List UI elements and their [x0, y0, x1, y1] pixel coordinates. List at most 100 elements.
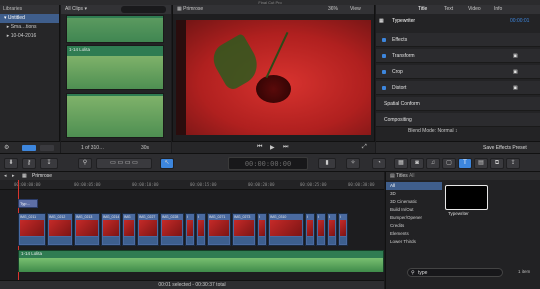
viewer-frame[interactable]: [176, 20, 371, 135]
blend-mode-value[interactable]: Normal: [437, 128, 453, 134]
titles-search-input[interactable]: ⚲ type: [407, 268, 503, 277]
tab-title[interactable]: Title: [418, 5, 427, 14]
enable-checkbox[interactable]: [382, 86, 386, 90]
fullscreen-icon[interactable]: ⤢: [362, 144, 367, 151]
timeline-video-clip[interactable]: IMG_0273: [232, 213, 256, 246]
library-item-smart-collections[interactable]: ▸ Sma…tions: [0, 23, 59, 32]
category-3d[interactable]: 3D: [386, 190, 442, 198]
browser-filter[interactable]: All Clips ▾: [61, 5, 171, 14]
row-label: Compositing: [384, 117, 412, 123]
timeline-video-clip[interactable]: I: [185, 213, 195, 246]
gear-icon[interactable]: ⚙: [4, 144, 9, 151]
next-frame-icon[interactable]: ⏭: [283, 144, 288, 151]
timecode-display[interactable]: 00:00:00:00: [228, 157, 308, 170]
clip-audio: [329, 237, 335, 244]
inspector-row-effects[interactable]: Effects: [376, 33, 540, 47]
clip-thumbnail: [259, 220, 265, 236]
inspector-row-crop[interactable]: Crop ▣: [376, 65, 540, 79]
timeline-video-clip[interactable]: IMG_0213: [74, 213, 100, 246]
select-tool-button[interactable]: ↖: [160, 158, 174, 169]
enable-checkbox[interactable]: [382, 54, 386, 58]
forward-icon[interactable]: ▸: [12, 172, 15, 180]
search-icon: ⚲: [411, 270, 415, 276]
generators-icon[interactable]: ▢: [442, 158, 456, 169]
distort-icon[interactable]: ▣: [513, 81, 518, 95]
titles-browser-button[interactable]: T: [458, 158, 472, 169]
play-icon[interactable]: ▶: [270, 144, 275, 151]
timeline-video-clip[interactable]: IMG_0271: [207, 213, 231, 246]
list-view-button[interactable]: [22, 145, 36, 151]
timeline-video-clip[interactable]: I: [327, 213, 337, 246]
category-credits[interactable]: Credits: [386, 222, 442, 230]
category-elements[interactable]: Elements: [386, 230, 442, 238]
enable-checkbox[interactable]: [382, 70, 386, 74]
themes-icon[interactable]: ▤: [474, 158, 488, 169]
row-label: Distort: [392, 85, 407, 91]
timeline-video-clip[interactable]: I: [338, 213, 348, 246]
timeline-video-clip[interactable]: IMG_0310: [268, 213, 304, 246]
inspector-row-distort[interactable]: Distort ▣: [376, 81, 540, 95]
timeline-video-clip[interactable]: IMG_0227: [137, 213, 159, 246]
ruler-tick: 00:00:05:00: [74, 182, 101, 187]
audio-meter-icon[interactable]: ▮: [318, 158, 336, 169]
tab-text[interactable]: Text: [444, 5, 453, 14]
edit-mode-buttons[interactable]: ▭ ▭ ▭ ▭: [96, 158, 152, 169]
category-all[interactable]: All: [386, 182, 442, 190]
retime-icon[interactable]: ◔: [372, 158, 386, 169]
clip-thumbnail: [307, 220, 313, 236]
clip-thumbnail: [162, 220, 182, 236]
browser-search-input[interactable]: [121, 6, 166, 13]
transform-icon[interactable]: ▣: [513, 49, 518, 63]
timeline-video-clip[interactable]: IMG: [122, 213, 136, 246]
camera-icon[interactable]: ◙: [410, 158, 424, 169]
photos-browser-icon[interactable]: ▦: [394, 158, 408, 169]
record-voiceover-button[interactable]: ⬇: [4, 158, 18, 169]
blend-mode[interactable]: Blend Mode: Normal ↕: [408, 128, 457, 134]
title-clip[interactable]: Typ…: [18, 199, 38, 208]
titles-filter[interactable]: All: [409, 173, 415, 179]
crop-icon[interactable]: ▣: [513, 65, 518, 79]
clip-label: IMG_0211: [20, 215, 37, 219]
inspector-row-transform[interactable]: Transform ▣: [376, 49, 540, 63]
category-build-in-out[interactable]: Build In/Out: [386, 206, 442, 214]
category-3d-cinematic[interactable]: 3D Cinematic: [386, 198, 442, 206]
category-lower-thirds[interactable]: Lower Thirds: [386, 238, 442, 246]
clip-label: IMG_0213: [76, 215, 93, 219]
browser-clip[interactable]: [66, 93, 164, 138]
timeline-video-clip[interactable]: IMG_0214: [101, 213, 121, 246]
timeline-video-clip[interactable]: I: [305, 213, 315, 246]
back-icon[interactable]: ◂: [4, 172, 7, 180]
music-clip[interactable]: 1-14 Lolita: [18, 250, 384, 272]
title-thumbnail-typewriter[interactable]: [445, 185, 488, 210]
inspector-clip-name: Typewriter: [392, 18, 416, 24]
timeline-video-clip[interactable]: I: [257, 213, 267, 246]
category-bumper-opener[interactable]: Bumper/Opener: [386, 214, 442, 222]
magic-wand-icon[interactable]: ✧: [346, 158, 360, 169]
ruler-tick: 00:00:25:00: [300, 182, 327, 187]
share-icon[interactable]: ⇪: [506, 158, 520, 169]
timeline-video-clip[interactable]: I: [196, 213, 206, 246]
timeline-video-clip[interactable]: IMG_0228: [160, 213, 184, 246]
music-browser-icon[interactable]: ♫: [426, 158, 440, 169]
import-button[interactable]: ↧: [40, 158, 58, 169]
key-icon[interactable]: ⚷: [22, 158, 36, 169]
timeline-video-clip[interactable]: IMG_0211: [18, 213, 46, 246]
tab-info[interactable]: Info: [494, 5, 502, 14]
previous-frame-icon[interactable]: ⏮: [257, 144, 262, 151]
enable-checkbox[interactable]: [382, 38, 386, 42]
library-item-untitled[interactable]: ▾ Untitled: [0, 14, 59, 23]
browser-clip[interactable]: [66, 15, 164, 43]
inspector-row-compositing[interactable]: Compositing: [376, 113, 540, 127]
timeline-video-clip[interactable]: I: [316, 213, 326, 246]
timeline-ruler[interactable]: 00:00:00:00 00:00:05:00 00:00:10:00 00:0…: [0, 180, 384, 190]
filmstrip-view-button[interactable]: [40, 145, 54, 151]
transitions-icon[interactable]: ⧉: [490, 158, 504, 169]
browser-clip-music[interactable]: 1-14 Lolita: [66, 45, 164, 90]
viewer-zoom[interactable]: 36%: [328, 5, 338, 14]
inspector-row-spatial-conform[interactable]: Spatial Conform: [376, 97, 540, 111]
viewer-view-menu[interactable]: View: [350, 5, 361, 14]
tab-video[interactable]: Video: [468, 5, 481, 14]
library-item-event-date[interactable]: ▸ 10-04-2016: [0, 32, 59, 41]
timeline-video-clip[interactable]: IMG_0212: [47, 213, 73, 246]
search-icon[interactable]: ⚲: [78, 158, 92, 169]
